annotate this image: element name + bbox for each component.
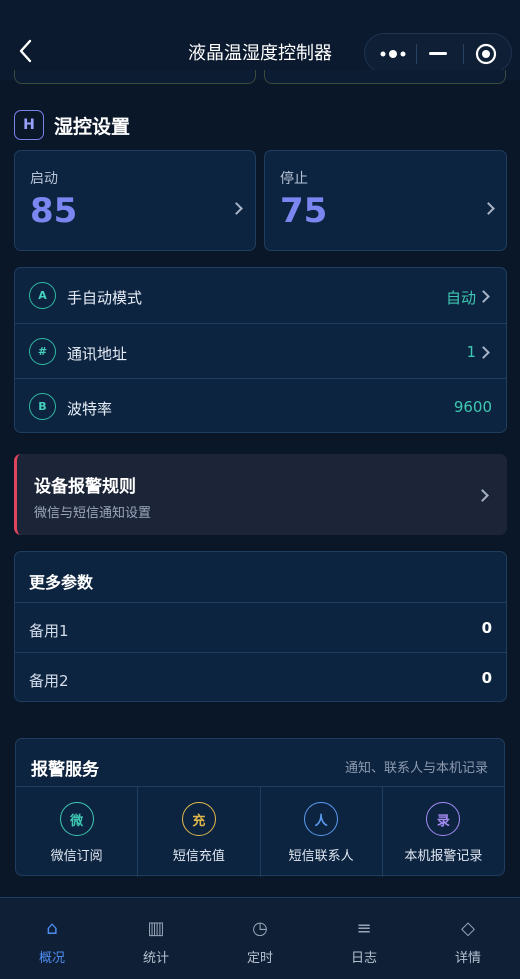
stop-threshold-card[interactable]: 停止 75 xyxy=(264,150,507,251)
list-item-baud-rate: B 波特率 9600 xyxy=(15,378,506,433)
tab-label: 日志 xyxy=(350,951,377,966)
chevron-right-icon xyxy=(482,202,495,215)
bottom-tab-bar: ⌂ 概况 ▥ 统计 ◷ 定时 ≡ 日志 ◇ 详情 xyxy=(0,897,520,979)
param-label: 备用1 xyxy=(29,622,69,640)
list-icon: ≡ xyxy=(356,918,372,939)
section-badge: H xyxy=(14,110,44,140)
baud-rate-value: 9600 xyxy=(453,398,492,416)
clock-icon: ◷ xyxy=(252,918,268,939)
section-header: H 湿控设置 xyxy=(14,110,130,140)
chevron-right-icon xyxy=(477,290,490,303)
tab-label: 定时 xyxy=(246,951,273,966)
alarm-rule-subtitle: 微信与短信通知设置 xyxy=(34,506,152,521)
miniprogram-capsule xyxy=(364,33,512,73)
service-grid: 微 微信订阅 充 短信充值 人 短信联系人 录 本机报警记录 xyxy=(16,786,504,877)
start-value: 85 xyxy=(30,191,78,231)
record-icon: 录 xyxy=(426,802,461,836)
sms-contacts-button[interactable]: 人 短信联系人 xyxy=(259,787,382,877)
start-label: 启动 xyxy=(30,171,58,187)
stop-label: 停止 xyxy=(280,171,308,187)
alarm-rule-title: 设备报警规则 xyxy=(34,477,136,497)
more-dots-icon[interactable] xyxy=(379,48,407,60)
param-value: 0 xyxy=(481,669,492,687)
chevron-right-icon xyxy=(230,202,243,215)
mode-value: 自动 xyxy=(445,289,476,307)
bar-chart-icon: ▥ xyxy=(147,918,165,939)
alarm-service-card: 报警服务 通知、联系人与本机记录 微 微信订阅 充 短信充值 人 短信联系人 录… xyxy=(15,738,505,877)
wechat-subscribe-button[interactable]: 微 微信订阅 xyxy=(16,787,137,877)
service-label: 短信充值 xyxy=(172,849,225,864)
tab-label: 统计 xyxy=(142,951,169,966)
contact-icon: 人 xyxy=(304,802,339,836)
tab-timer[interactable]: ◷ 定时 xyxy=(208,898,312,979)
address-value: 1 xyxy=(466,343,476,361)
alarm-service-title: 报警服务 xyxy=(31,760,99,780)
previous-card-edge xyxy=(14,70,256,84)
alarm-service-subtitle: 通知、联系人与本机记录 xyxy=(344,761,488,776)
mode-icon: A xyxy=(29,282,56,309)
tab-details[interactable]: ◇ 详情 xyxy=(416,898,520,979)
recharge-icon: 充 xyxy=(181,802,216,836)
param-row-spare2[interactable]: 备用2 0 xyxy=(15,652,506,702)
minimize-icon[interactable] xyxy=(429,52,447,56)
address-icon: # xyxy=(29,338,56,365)
tab-log[interactable]: ≡ 日志 xyxy=(312,898,416,979)
chevron-right-icon xyxy=(476,489,489,502)
section-title: 湿控设置 xyxy=(54,115,131,138)
home-icon: ⌂ xyxy=(46,918,58,939)
more-params-title: 更多参数 xyxy=(29,573,94,592)
tab-label: 概况 xyxy=(38,951,65,966)
wechat-icon: 微 xyxy=(59,802,94,836)
more-params-card: 更多参数 备用1 0 备用2 0 xyxy=(14,551,507,702)
nav-header: 液晶温湿度控制器 xyxy=(0,0,520,84)
alarm-rule-card[interactable]: 设备报警规则 微信与短信通知设置 xyxy=(14,454,507,535)
tab-overview[interactable]: ⌂ 概况 xyxy=(0,898,104,979)
param-label: 备用2 xyxy=(29,672,69,690)
baud-rate-icon: B xyxy=(29,393,56,420)
baud-rate-label: 波特率 xyxy=(67,400,113,418)
list-item-mode[interactable]: A 手自动模式 自动 xyxy=(15,268,506,323)
previous-card-edge xyxy=(264,70,506,84)
settings-list: A 手自动模式 自动 # 通讯地址 1 B 波特率 9600 xyxy=(14,267,507,433)
service-label: 本机报警记录 xyxy=(404,849,483,864)
param-value: 0 xyxy=(481,619,492,637)
diamond-icon: ◇ xyxy=(461,918,475,939)
service-label: 微信订阅 xyxy=(50,849,103,864)
stop-value: 75 xyxy=(280,191,328,231)
tab-label: 详情 xyxy=(454,951,481,966)
close-target-icon[interactable] xyxy=(475,43,497,65)
mode-label: 手自动模式 xyxy=(67,289,143,307)
sms-recharge-button[interactable]: 充 短信充值 xyxy=(137,787,259,877)
address-label: 通讯地址 xyxy=(67,345,128,363)
tab-statistics[interactable]: ▥ 统计 xyxy=(104,898,208,979)
list-item-address[interactable]: # 通讯地址 1 xyxy=(15,323,506,378)
param-row-spare1[interactable]: 备用1 0 xyxy=(15,602,506,652)
service-label: 短信联系人 xyxy=(288,849,354,864)
chevron-right-icon xyxy=(477,346,490,359)
start-threshold-card[interactable]: 启动 85 xyxy=(14,150,256,251)
alarm-records-button[interactable]: 录 本机报警记录 xyxy=(381,787,504,877)
